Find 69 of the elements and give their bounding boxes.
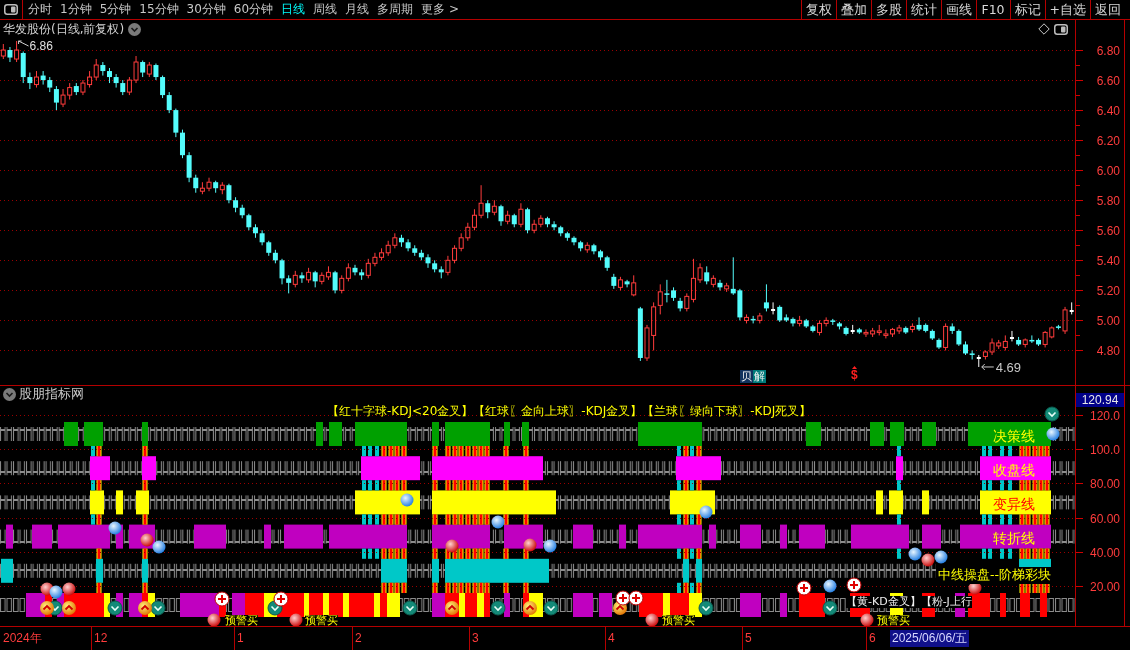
axis-label: 5.20 — [1096, 284, 1120, 298]
toolbar-button[interactable]: 多股 — [870, 0, 906, 19]
period-tab[interactable]: 15分钟 — [135, 0, 183, 19]
current-value-label: 120.94 — [1076, 393, 1124, 407]
date-label: 5 — [745, 631, 752, 645]
toolbar-button[interactable]: F10 — [975, 0, 1010, 19]
up-triangle-icon — [851, 366, 857, 369]
axis-label: 120.0 — [1089, 409, 1120, 423]
high-price-label: 6.86 — [29, 39, 53, 53]
axis-label: 40.00 — [1089, 546, 1120, 560]
toolbar-button[interactable]: 返回 — [1090, 0, 1125, 19]
axis-label: 6.60 — [1096, 74, 1120, 88]
date-label: 4 — [608, 631, 615, 645]
period-tab[interactable]: 更多 > — [417, 0, 463, 19]
date-label: 2 — [355, 631, 362, 645]
period-tab[interactable]: 月线 — [341, 0, 374, 19]
date-label: 12 — [94, 631, 108, 645]
signal-symbol: $ — [851, 369, 858, 381]
toolbar-button[interactable]: 画线 — [940, 0, 976, 19]
arrow-icon — [981, 363, 995, 371]
toolbar-button[interactable]: 标记 — [1009, 0, 1045, 19]
date-label: 3 — [472, 631, 479, 645]
date-label: 1 — [237, 631, 244, 645]
signal-label: 贝 — [740, 370, 753, 383]
axis-label: 6.20 — [1096, 134, 1120, 148]
panel-icon[interactable] — [1054, 23, 1068, 35]
date-label: 6 — [869, 631, 876, 645]
chevron-down-icon — [1044, 406, 1060, 422]
axis-label: 6.00 — [1096, 164, 1120, 178]
toolbar-button[interactable]: 叠加 — [835, 0, 871, 19]
axis-label: 100.0 — [1089, 443, 1120, 457]
axis-label: 5.40 — [1096, 254, 1120, 268]
axis-label: 20.00 — [1089, 580, 1120, 594]
toolbar-button[interactable]: 复权 — [800, 0, 836, 19]
alert-label: 预警买 — [877, 615, 910, 626]
diamond-icon[interactable] — [1038, 23, 1050, 35]
period-tab[interactable]: 日线 — [277, 0, 310, 19]
alert-label: 预警买 — [225, 615, 258, 626]
panel-icon[interactable] — [4, 4, 18, 15]
toolbar-button[interactable]: 统计 — [905, 0, 941, 19]
axis-label: 5.60 — [1096, 224, 1120, 238]
axis-label: 6.80 — [1096, 44, 1120, 58]
axis-label: 60.00 — [1089, 512, 1120, 526]
chevron-down-icon[interactable] — [3, 387, 16, 401]
period-tab[interactable]: 周线 — [309, 0, 342, 19]
signal-label: 解 — [753, 370, 766, 383]
axis-label: 80.00 — [1089, 477, 1120, 491]
toolbar-button[interactable]: +自选 — [1044, 0, 1090, 19]
alert-label: 预警买 — [305, 615, 338, 626]
period-tab[interactable]: 60分钟 — [229, 0, 278, 19]
ball-icon — [1046, 427, 1060, 441]
date-label: 2024年 — [3, 631, 42, 645]
indicator-legend: 【红十字球-KDJ<20金叉】【红球〖金向上球〗-KDJ金叉】【兰球〖绿向下球〗-KDJ死叉】 — [327, 403, 812, 420]
period-tab[interactable]: 1分钟 — [56, 0, 96, 19]
period-tab[interactable]: 5分钟 — [95, 0, 136, 19]
cursor-date-label: 2025/06/06/五 — [890, 630, 970, 647]
period-tab[interactable]: 分时 — [24, 0, 56, 19]
chevron-down-icon[interactable] — [128, 22, 142, 36]
indicator-title: 股朋指标网 — [19, 385, 84, 403]
axis-label: 6.40 — [1096, 104, 1120, 118]
period-tab[interactable]: 30分钟 — [182, 0, 230, 19]
low-price-label: 4.69 — [995, 359, 1022, 375]
chart-title: 华发股份(日线,前复权) — [3, 20, 125, 38]
axis-label: 4.80 — [1096, 344, 1120, 358]
period-tab[interactable]: 多周期 — [373, 0, 418, 19]
axis-label: 5.80 — [1096, 194, 1120, 208]
arrow-icon — [18, 40, 30, 47]
axis-label: 5.00 — [1096, 314, 1120, 328]
alert-label: 预警买 — [662, 615, 695, 626]
